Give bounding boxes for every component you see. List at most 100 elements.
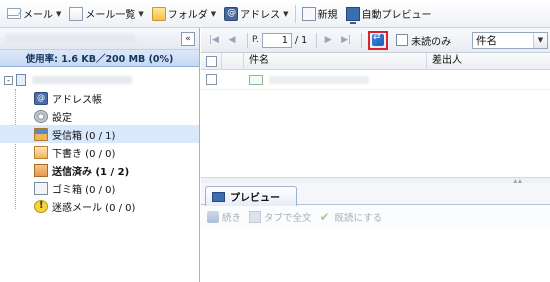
mailbox-icon — [16, 74, 26, 86]
sort-select-value: 件名 — [476, 35, 497, 47]
refresh-icon — [372, 32, 385, 46]
tab-preview[interactable]: プレビュー — [205, 186, 297, 206]
drafts-icon — [34, 145, 48, 159]
pager-divider — [361, 32, 363, 48]
table-row[interactable] — [201, 70, 550, 90]
open-in-tab-button[interactable]: タブで全文 — [249, 210, 312, 224]
from-column-header[interactable]: 差出人 — [427, 53, 550, 69]
preview-tabbar: プレビュー — [201, 183, 550, 206]
status-column-header[interactable] — [222, 52, 244, 70]
pager-divider — [247, 32, 248, 48]
row-checkbox[interactable] — [206, 74, 217, 85]
auto-preview-label: 自動プレビュー — [361, 10, 432, 21]
checkmark-icon: ✔ — [319, 210, 330, 224]
row-subject-cell — [244, 74, 427, 85]
tree-item-sent[interactable]: 送信済み (1 / 2) — [0, 161, 199, 179]
compose-icon — [301, 6, 316, 21]
tree-item-trash[interactable]: ゴミ箱 (0 / 0) — [0, 179, 199, 197]
folder-pane: « 使用率: 1.6 KB／200 MB (0%) - アドレス帳 設定 受信箱… — [0, 28, 200, 282]
refresh-button[interactable] — [368, 30, 389, 50]
chevron-down-icon[interactable]: ▼ — [533, 33, 547, 48]
tree-item-spam[interactable]: 迷惑メール (0 / 0) — [0, 197, 199, 215]
inbox-icon — [34, 127, 48, 141]
envelope-icon — [249, 74, 263, 85]
row-select-cell — [201, 74, 222, 85]
tree-item-label: 受信箱 (0 / 1) — [52, 130, 116, 142]
tree-item-label: 迷惑メール (0 / 0) — [52, 202, 136, 214]
folder-menu-button[interactable]: フォルダ ▼ — [148, 3, 220, 25]
unread-only-checkbox[interactable] — [396, 34, 409, 46]
main-toolbar: メール ▼ メール一覧 ▼ フォルダ ▼ アドレス ▼ 新規 自動プレビュー — [0, 0, 550, 28]
mailbox-name-redacted — [32, 76, 132, 84]
mail-list-icon — [69, 6, 84, 21]
continue-button[interactable]: 続き — [207, 210, 241, 224]
first-page-icon[interactable]: |◀ — [207, 33, 221, 47]
tree-item-address-book[interactable]: アドレス帳 — [0, 89, 199, 107]
sent-icon — [34, 163, 48, 177]
chevron-down-icon: ▼ — [283, 9, 289, 18]
unread-only-label: 未読のみ — [411, 36, 452, 48]
address-menu-button[interactable]: アドレス ▼ — [220, 3, 292, 25]
continue-label: 続き — [222, 213, 242, 224]
monitor-icon — [212, 191, 225, 202]
mark-read-button[interactable]: ✔ 既読にする — [320, 210, 383, 224]
prev-page-icon[interactable]: ◀ — [225, 33, 239, 47]
address-book-icon — [34, 91, 48, 105]
last-page-icon[interactable]: ▶| — [339, 33, 353, 47]
address-book-icon — [224, 6, 239, 21]
collapse-tree-icon[interactable]: - — [4, 75, 13, 85]
new-mail-label: 新規 — [317, 10, 338, 21]
open-in-tab-label: タブで全文 — [264, 213, 312, 224]
folder-icon — [151, 6, 166, 21]
chevron-down-icon: ▼ — [56, 9, 62, 18]
subject-redacted — [269, 75, 369, 84]
mail-icon — [7, 8, 21, 19]
tab-preview-label: プレビュー — [230, 193, 280, 204]
tree-root[interactable]: - — [0, 71, 199, 89]
trash-icon — [34, 181, 48, 195]
chevron-down-icon: ▼ — [210, 9, 217, 18]
mail-list-pane: |◀ ◀ P. 1 / 1 ▶ ▶| 未読のみ 件名 ▼ 件名 差出人 — [201, 28, 550, 282]
toolbar-divider — [294, 4, 296, 23]
pager-toolbar: |◀ ◀ P. 1 / 1 ▶ ▶| 未読のみ 件名 ▼ — [201, 28, 550, 53]
sort-select[interactable]: 件名 ▼ — [472, 32, 548, 49]
tree-item-settings[interactable]: 設定 — [0, 107, 199, 125]
mail-menu-label: メール — [23, 10, 53, 21]
tree-item-label: 送信済み (1 / 2) — [52, 166, 130, 178]
mail-menu-button[interactable]: メール ▼ — [3, 3, 65, 25]
folder-menu-label: フォルダ — [167, 10, 208, 21]
mail-list-menu-button[interactable]: メール一覧 ▼ — [65, 3, 147, 25]
select-all-checkbox[interactable] — [205, 55, 217, 67]
storage-usage-bar: 使用率: 1.6 KB／200 MB (0%) — [0, 50, 199, 67]
next-page-icon[interactable]: ▶ — [321, 33, 335, 47]
folder-tree: - アドレス帳 設定 受信箱 (0 / 1) 下書き (0 / 0) 送信済み … — [0, 67, 199, 215]
spam-icon — [34, 199, 48, 213]
monitor-icon — [345, 6, 360, 24]
new-tab-icon — [249, 211, 262, 223]
tree-item-label: ゴミ箱 (0 / 0) — [52, 184, 116, 196]
collapse-pane-button[interactable]: « — [181, 32, 195, 46]
tree-item-label: 下書き (0 / 0) — [52, 148, 116, 160]
account-header: « — [0, 28, 199, 50]
new-mail-button[interactable]: 新規 — [298, 3, 342, 25]
tree-item-inbox[interactable]: 受信箱 (0 / 1) — [0, 125, 199, 143]
chevron-down-icon: ▼ — [138, 9, 144, 18]
address-menu-label: アドレス — [240, 10, 281, 21]
preview-toolbar: 続き タブで全文 ✔ 既読にする — [201, 205, 550, 229]
mail-grid-header: 件名 差出人 — [201, 52, 550, 70]
mark-read-label: 既読にする — [334, 213, 383, 224]
subject-column-header[interactable]: 件名 — [244, 52, 427, 70]
page-number-input[interactable]: 1 — [261, 32, 292, 48]
page-total: / 1 — [294, 34, 308, 46]
tree-item-drafts[interactable]: 下書き (0 / 0) — [0, 143, 199, 161]
gear-icon — [34, 109, 48, 123]
preview-pane: プレビュー 続き タブで全文 ✔ 既読にする — [201, 183, 550, 282]
tree-item-label: 設定 — [52, 112, 72, 124]
page-prefix: P. — [252, 35, 259, 45]
select-all-cell — [201, 52, 222, 70]
auto-preview-button[interactable]: 自動プレビュー — [342, 3, 436, 25]
tree-item-label: アドレス帳 — [52, 94, 102, 106]
download-icon — [207, 211, 219, 223]
account-name-redacted — [5, 34, 135, 43]
pager-divider — [316, 32, 318, 48]
